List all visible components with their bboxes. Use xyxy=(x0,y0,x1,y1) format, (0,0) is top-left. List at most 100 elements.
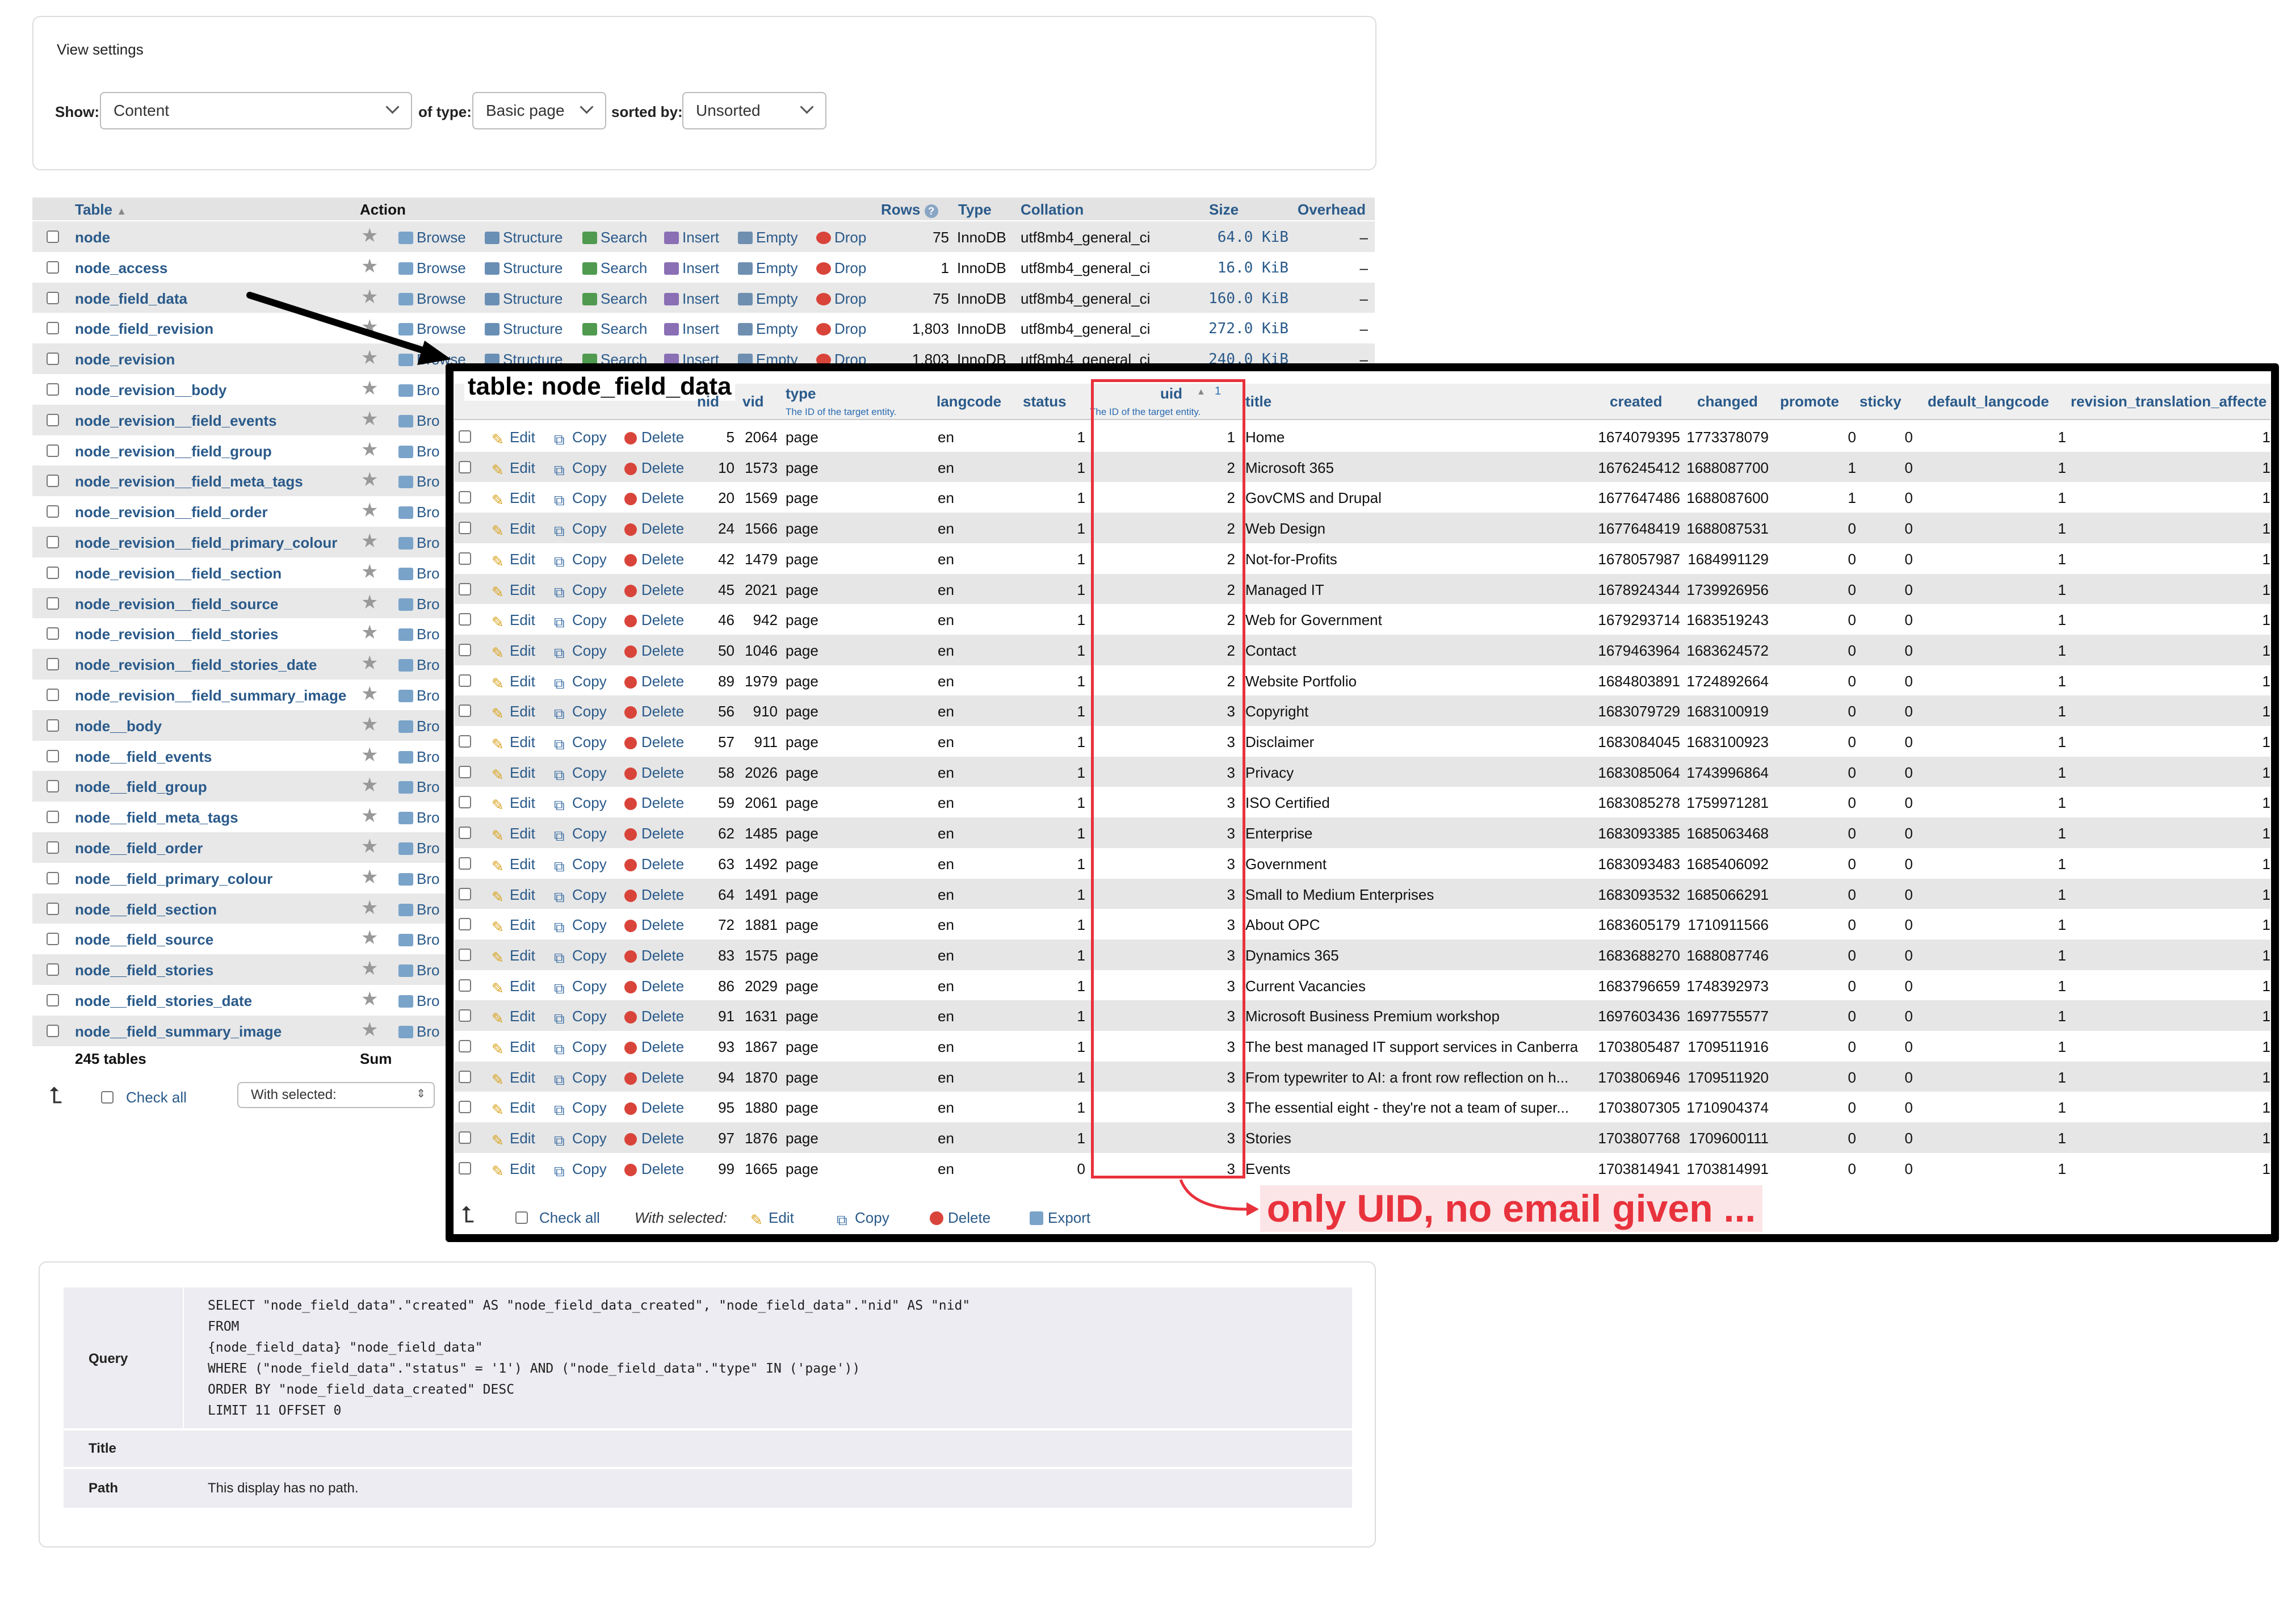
browse-link[interactable]: Bro xyxy=(398,809,439,827)
bulk-delete-button[interactable]: Delete xyxy=(930,1209,990,1227)
row-checkbox[interactable] xyxy=(47,963,59,976)
row-checkbox[interactable] xyxy=(47,658,59,671)
edit-button[interactable]: ✎ Edit xyxy=(492,1130,535,1149)
copy-button[interactable]: ⧉ Copy xyxy=(554,581,607,601)
structure-link[interactable]: Structure xyxy=(485,229,563,246)
col-overhead[interactable]: Overhead xyxy=(1298,201,1366,219)
edit-button[interactable]: ✎ Edit xyxy=(492,642,535,661)
delete-button[interactable]: Delete xyxy=(624,459,684,477)
edit-button[interactable]: ✎ Edit xyxy=(492,1008,535,1027)
drop-link[interactable]: Drop xyxy=(816,259,866,277)
delete-button[interactable]: Delete xyxy=(624,947,684,964)
copy-button[interactable]: ⧉ Copy xyxy=(554,855,607,875)
browse-link[interactable]: Bro xyxy=(398,778,439,796)
col-table[interactable]: Table ▲ xyxy=(75,201,127,219)
structure-link[interactable]: Structure xyxy=(485,290,563,308)
table-size[interactable]: 16.0 KiB xyxy=(1184,259,1288,276)
row-checkbox[interactable] xyxy=(47,444,59,457)
browse-link[interactable]: Bro xyxy=(398,962,439,979)
row-checkbox[interactable] xyxy=(459,1070,471,1083)
copy-button[interactable]: ⧉ Copy xyxy=(554,611,607,631)
edit-button[interactable]: ✎ Edit xyxy=(492,520,535,539)
browse-link[interactable]: Bro xyxy=(398,595,439,613)
copy-button[interactable]: ⧉ Copy xyxy=(554,703,607,722)
delete-button[interactable]: Delete xyxy=(624,429,684,446)
copy-button[interactable]: ⧉ Copy xyxy=(554,794,607,813)
edit-button[interactable]: ✎ Edit xyxy=(492,581,535,601)
table-name-link[interactable]: node__field_meta_tags xyxy=(75,809,238,827)
row-checkbox[interactable] xyxy=(459,1040,471,1052)
row-checkbox[interactable] xyxy=(47,719,59,732)
favorite-star-icon[interactable]: ★ xyxy=(361,377,378,400)
delete-button[interactable]: Delete xyxy=(624,551,684,568)
browse-link[interactable]: Bro xyxy=(398,748,439,766)
edit-button[interactable]: ✎ Edit xyxy=(492,1069,535,1088)
delete-button[interactable]: Delete xyxy=(624,1038,684,1056)
table-size[interactable]: 160.0 KiB xyxy=(1184,290,1288,307)
col-changed[interactable]: changed xyxy=(1697,393,1758,410)
edit-button[interactable]: ✎ Edit xyxy=(492,1038,535,1058)
row-checkbox[interactable] xyxy=(459,948,471,961)
edit-button[interactable]: ✎ Edit xyxy=(492,978,535,997)
insert-link[interactable]: Insert xyxy=(664,229,719,246)
search-link[interactable]: Search xyxy=(582,259,647,277)
browse-link[interactable]: Bro xyxy=(398,687,439,704)
delete-button[interactable]: Delete xyxy=(624,855,684,873)
row-checkbox[interactable] xyxy=(459,796,471,809)
delete-button[interactable]: Delete xyxy=(624,916,684,934)
row-checkbox[interactable] xyxy=(47,689,59,701)
table-name-link[interactable]: node__field_order xyxy=(75,840,203,857)
col-type[interactable]: type xyxy=(786,385,816,402)
col-langcode[interactable]: langcode xyxy=(937,393,1001,410)
browse-link[interactable]: Bro xyxy=(398,1023,439,1041)
favorite-star-icon[interactable]: ★ xyxy=(361,835,378,858)
table-name-link[interactable]: node_revision__field_meta_tags xyxy=(75,473,303,490)
row-checkbox[interactable] xyxy=(459,979,471,992)
favorite-star-icon[interactable]: ★ xyxy=(361,530,378,552)
copy-button[interactable]: ⧉ Copy xyxy=(554,1130,607,1149)
row-checkbox[interactable] xyxy=(459,1101,471,1114)
table-size[interactable]: 272.0 KiB xyxy=(1184,320,1288,337)
edit-button[interactable]: ✎ Edit xyxy=(492,825,535,844)
browse-link[interactable]: Bro xyxy=(398,565,439,582)
row-checkbox[interactable] xyxy=(47,505,59,518)
row-checkbox[interactable] xyxy=(47,566,59,579)
delete-button[interactable]: Delete xyxy=(624,978,684,995)
favorite-star-icon[interactable]: ★ xyxy=(361,896,378,919)
empty-link[interactable]: Empty xyxy=(738,229,798,246)
insert-link[interactable]: Insert xyxy=(664,320,719,338)
copy-button[interactable]: ⧉ Copy xyxy=(554,1038,607,1058)
browse-link[interactable]: Bro xyxy=(398,656,439,674)
edit-button[interactable]: ✎ Edit xyxy=(492,1160,535,1180)
table-name-link[interactable]: node_revision xyxy=(75,351,175,368)
copy-button[interactable]: ⧉ Copy xyxy=(554,459,607,479)
table-name-link[interactable]: node_access xyxy=(75,259,167,277)
table-name-link[interactable]: node_revision__field_section xyxy=(75,565,282,582)
table-name-link[interactable]: node_revision__field_stories_date xyxy=(75,656,317,674)
row-checkbox[interactable] xyxy=(459,918,471,931)
favorite-star-icon[interactable]: ★ xyxy=(361,560,378,583)
bulk-copy-button[interactable]: ⧉ Copy xyxy=(837,1209,889,1228)
favorite-star-icon[interactable]: ★ xyxy=(361,468,378,491)
row-checkbox[interactable] xyxy=(459,1161,471,1175)
edit-button[interactable]: ✎ Edit xyxy=(492,1099,535,1118)
col-type[interactable]: Type xyxy=(958,201,992,219)
row-checkbox[interactable] xyxy=(47,871,59,884)
overlay-check-all-link[interactable]: Check all xyxy=(539,1209,600,1227)
type-select[interactable]: Basic page xyxy=(472,92,606,129)
browse-link[interactable]: Bro xyxy=(398,718,439,735)
search-link[interactable]: Search xyxy=(582,229,647,246)
table-name-link[interactable]: node__field_section xyxy=(75,901,217,918)
browse-link[interactable]: Bro xyxy=(398,626,439,643)
table-name-link[interactable]: node_revision__field_order xyxy=(75,504,268,521)
copy-button[interactable]: ⧉ Copy xyxy=(554,916,607,936)
structure-link[interactable]: Structure xyxy=(485,259,563,277)
row-checkbox[interactable] xyxy=(459,887,471,900)
edit-button[interactable]: ✎ Edit xyxy=(492,764,535,783)
col-nid[interactable]: nid xyxy=(697,393,719,410)
drop-link[interactable]: Drop xyxy=(816,229,866,246)
browse-link[interactable]: Browse xyxy=(398,259,466,277)
with-selected-select[interactable]: With selected: ⇕ xyxy=(237,1082,435,1108)
favorite-star-icon[interactable]: ★ xyxy=(361,957,378,980)
copy-button[interactable]: ⧉ Copy xyxy=(554,1099,607,1118)
